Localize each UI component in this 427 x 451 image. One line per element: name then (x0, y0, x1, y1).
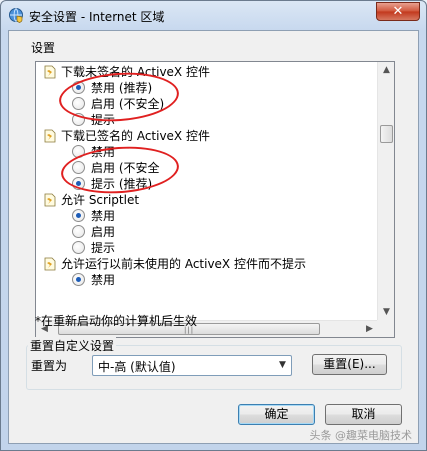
option-label: 启用 (91, 225, 116, 239)
radio-button[interactable] (72, 273, 85, 286)
option-label: 禁用 (91, 209, 116, 223)
close-icon: ✕ (392, 4, 404, 19)
settings-group-label: 设置 (31, 41, 56, 55)
security-level-select[interactable]: 中-高 (默认值) ▼ (92, 355, 292, 376)
setting-page-icon (44, 257, 56, 271)
vertical-scroll-thumb[interactable] (380, 125, 393, 143)
reset-group-title: 重置自定义设置 (28, 337, 117, 354)
title-bar[interactable]: 安全设置 - Internet 区域 ✕ (1, 1, 426, 30)
setting-page-icon (44, 193, 56, 207)
setting-title-text: 允许 Scriptlet (61, 193, 140, 207)
radio-button[interactable] (72, 225, 85, 238)
ok-button[interactable]: 确定 (238, 404, 315, 425)
cancel-button[interactable]: 取消 (325, 404, 402, 425)
restart-note: *在重新启动你的计算机后生效 (35, 314, 198, 328)
radio-button[interactable] (72, 209, 85, 222)
security-settings-dialog: 安全设置 - Internet 区域 ✕ 设置 下载未签名的 ActiveX 控… (0, 0, 427, 451)
scrollbar-corner (377, 320, 394, 337)
scroll-right-arrow-icon[interactable]: ▶ (361, 321, 378, 338)
reset-button[interactable]: 重置(E)... (312, 354, 387, 375)
option-label: 禁用 (91, 273, 116, 287)
setting-page-icon (44, 65, 56, 79)
window-title: 安全设置 - Internet 区域 (29, 10, 165, 24)
radio-button[interactable] (72, 241, 85, 254)
reset-to-label: 重置为 (31, 359, 68, 373)
security-level-value: 中-高 (默认值) (98, 360, 176, 374)
setting-title-text: 下载已签名的 ActiveX 控件 (61, 129, 210, 143)
option-label: 提示 (91, 241, 116, 255)
watermark-text: 头条 @趣菜电脑技术 (309, 429, 413, 442)
vertical-scrollbar[interactable]: ▲ ▼ (377, 62, 394, 321)
globe-shield-icon (9, 8, 23, 23)
setting-title-text: 允许运行以前未使用的 ActiveX 控件而不提示 (61, 257, 306, 271)
close-button[interactable]: ✕ (376, 2, 420, 21)
setting-page-icon (44, 129, 56, 143)
chevron-down-icon[interactable]: ▼ (274, 356, 291, 375)
scroll-up-arrow-icon[interactable]: ▲ (378, 62, 395, 79)
scroll-down-arrow-icon[interactable]: ▼ (378, 304, 395, 321)
